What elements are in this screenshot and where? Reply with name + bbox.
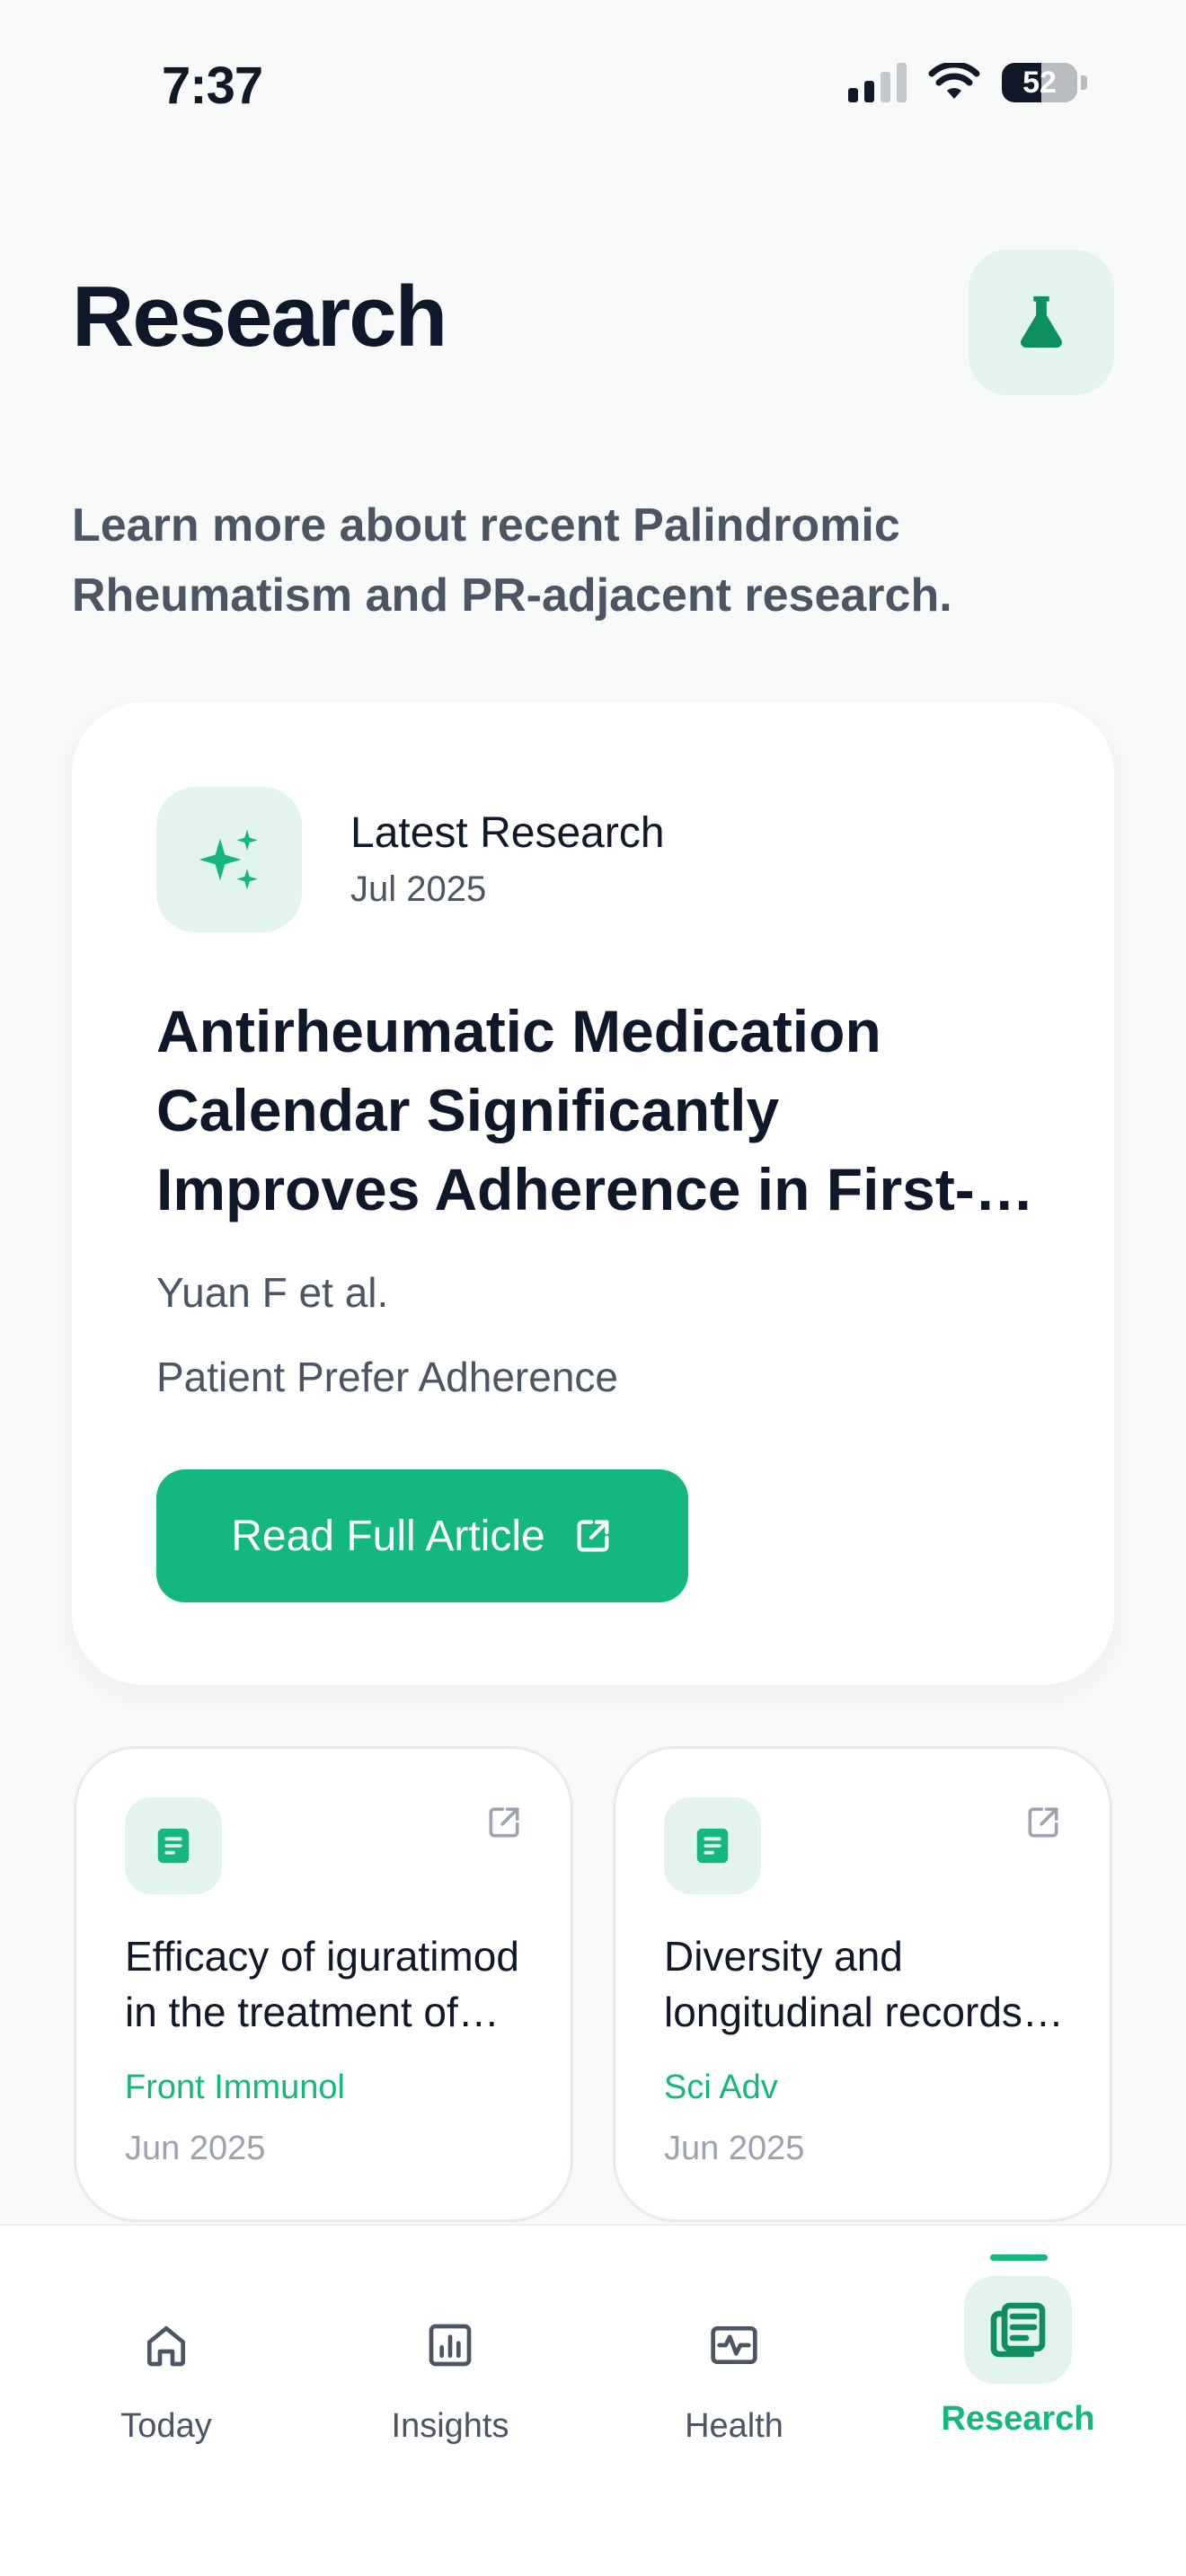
lab-button[interactable]: [969, 250, 1114, 395]
featured-journal: Patient Prefer Adherence: [156, 1354, 618, 1400]
article-card[interactable]: Efficacy of iguratimod in the treatment …: [74, 1746, 573, 2222]
status-icons: 52: [848, 63, 1087, 102]
featured-authors: Yuan F et al.: [156, 1269, 389, 1316]
page-title: Research: [72, 269, 447, 365]
article-date: Jun 2025: [664, 2130, 805, 2167]
wifi-icon: [928, 63, 980, 99]
cellular-signal-icon: [848, 63, 907, 102]
featured-date: Jul 2025: [350, 869, 487, 909]
article-date: Jun 2025: [125, 2130, 266, 2167]
featured-article-title: Antirheumatic Medication Calendar Signif…: [156, 998, 975, 1222]
battery-nub: [1081, 75, 1087, 90]
external-link-icon[interactable]: [1023, 1803, 1063, 1842]
page-subtitle: Learn more about recent Palindromic Rheu…: [72, 499, 952, 622]
active-tab-indicator: [990, 2254, 1048, 2261]
flask-icon: [1021, 296, 1062, 348]
article-title: Efficacy of iguratimod in the treatment …: [125, 1933, 519, 2035]
document-icon: [157, 1828, 190, 1864]
bar-chart-icon: [396, 2296, 504, 2395]
article-icon-badge: [125, 1797, 222, 1894]
battery-indicator: 52: [1002, 63, 1077, 102]
tab-research[interactable]: Research: [874, 2226, 1162, 2459]
sparkles-icon: [199, 829, 258, 890]
newspaper-icon: [964, 2276, 1072, 2384]
article-journal: Sci Adv: [664, 2069, 778, 2106]
article-journal: Front Immunol: [125, 2069, 345, 2106]
read-button-label: Read Full Article: [231, 1512, 545, 1560]
activity-icon: [680, 2296, 788, 2395]
article-icon-badge: [664, 1797, 761, 1894]
tab-insights[interactable]: Insights: [306, 2226, 594, 2459]
tab-today[interactable]: Today: [22, 2226, 310, 2459]
tab-label: Research: [941, 2400, 1095, 2438]
read-full-article-button[interactable]: Read Full Article: [156, 1469, 688, 1602]
tab-label: Insights: [391, 2407, 509, 2445]
featured-icon-badge: [156, 787, 302, 932]
home-icon: [112, 2296, 220, 2395]
external-link-icon[interactable]: [484, 1803, 524, 1842]
article-title: Diversity and longitudinal records of im…: [664, 1933, 1022, 2035]
status-time: 7:37: [162, 57, 263, 115]
tab-label: Health: [685, 2407, 783, 2445]
featured-label: Latest Research: [350, 809, 665, 857]
document-icon: [696, 1828, 729, 1864]
tab-health[interactable]: Health: [590, 2226, 878, 2459]
article-card[interactable]: Diversity and longitudinal records of im…: [613, 1746, 1112, 2222]
external-link-icon: [577, 1520, 609, 1552]
status-bar: 7:37 52: [0, 0, 1186, 171]
bottom-tab-bar: Today Insights Health Research: [0, 2224, 1186, 2576]
featured-research-card[interactable]: Latest Research Jul 2025 Antirheumatic M…: [72, 702, 1114, 1685]
battery-level: 52: [1022, 65, 1057, 100]
tab-label: Today: [120, 2407, 212, 2445]
